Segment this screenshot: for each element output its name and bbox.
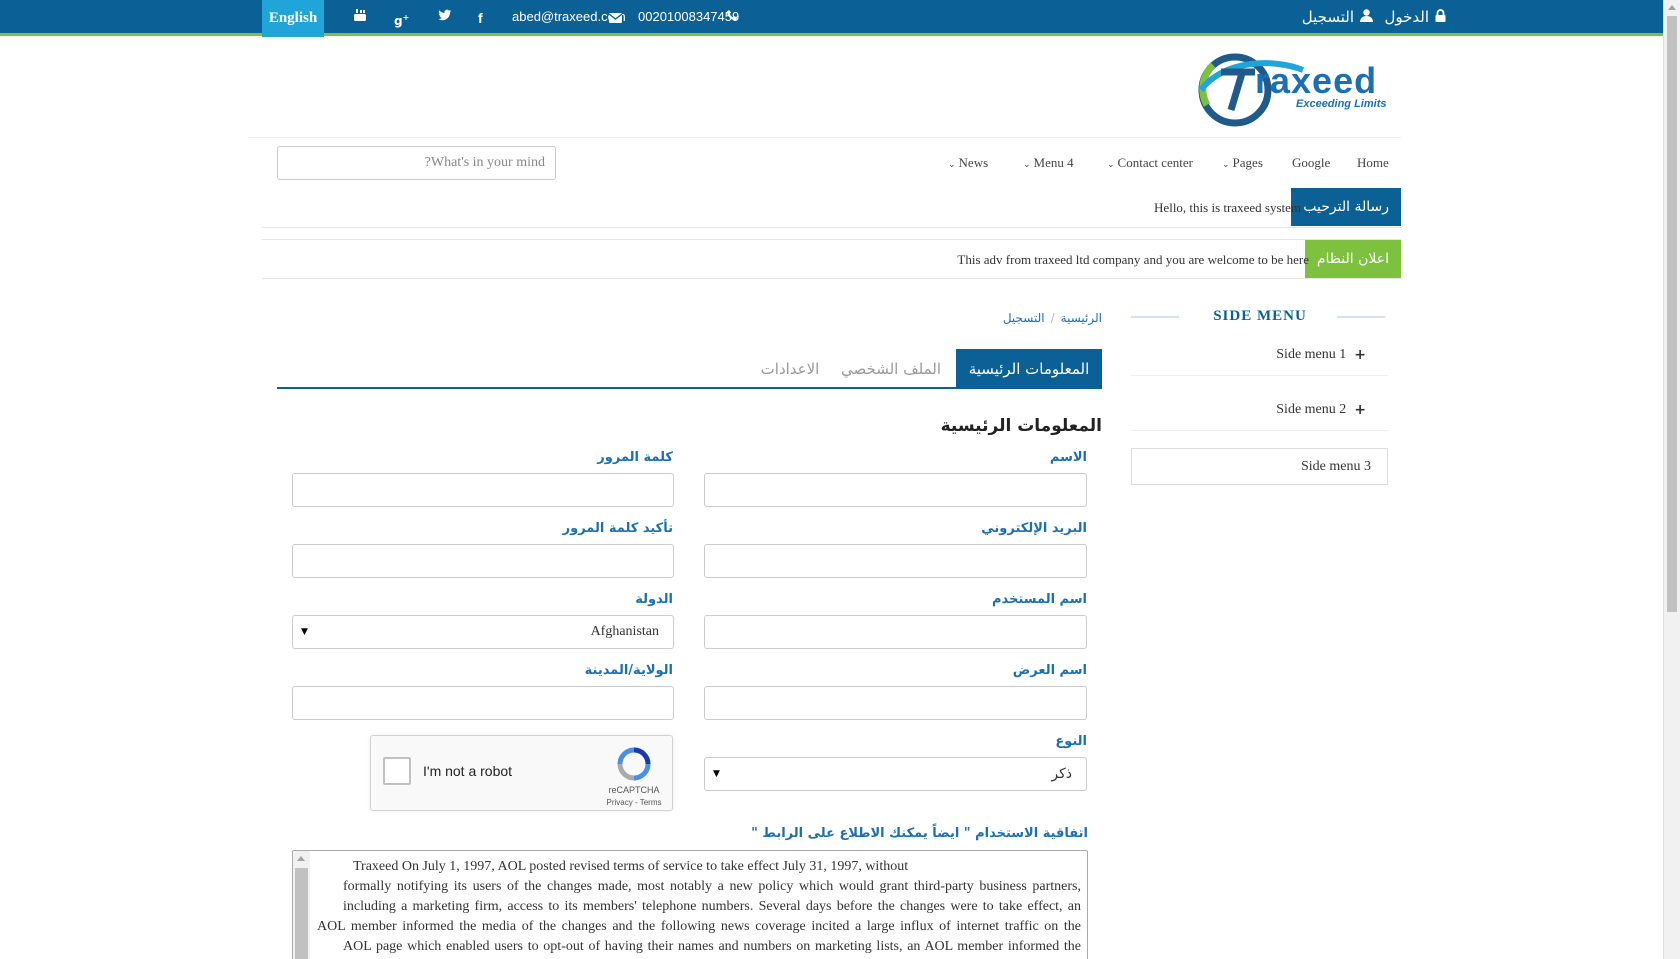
country-label: الدولة <box>635 592 673 607</box>
dropdown-arrow-icon: ▼ <box>301 627 308 637</box>
recaptcha-privacy-terms[interactable]: Privacy - Terms <box>601 798 667 807</box>
gender-label: النوع <box>1055 734 1087 749</box>
logo-text: raxeed <box>1255 60 1378 101</box>
tab-main-info[interactable]: المعلومات الرئيسية <box>956 349 1102 389</box>
welcome-bar: رسالة الترحيب Hello, this is traxeed sys… <box>262 188 1401 228</box>
chevron-down-icon: ⌄ <box>1222 160 1230 170</box>
plus-icon[interactable]: + <box>1354 347 1366 363</box>
recaptcha-widget: I'm not a robot reCAPTCHA Privacy - Term… <box>370 735 673 811</box>
search-input[interactable] <box>277 146 556 180</box>
confirm-password-input[interactable] <box>292 544 674 578</box>
terms-scrollbar[interactable] <box>293 851 310 959</box>
section-title: المعلومات الرئيسية <box>940 416 1102 436</box>
side-menu-item-3[interactable]: Side menu 3 <box>1131 448 1388 485</box>
language-button[interactable]: English <box>262 0 324 37</box>
twitter-icon[interactable] <box>438 8 452 28</box>
recaptcha-icon <box>617 747 651 781</box>
welcome-text: Hello, this is traxeed system <box>1154 200 1301 215</box>
country-select[interactable]: ▼ Afghanistan <box>292 615 674 649</box>
logo-tagline: Exceeding Limits <box>1296 98 1387 110</box>
terms-textarea[interactable]: Traxeed On July 1, 1997, AOL posted revi… <box>292 850 1088 959</box>
email-label: البريد الإلكتروني <box>981 521 1087 536</box>
user-icon <box>1360 8 1373 26</box>
side-menu-item-2[interactable]: Side menu 2 + <box>1131 389 1388 431</box>
name-input[interactable] <box>704 473 1087 507</box>
phone-icon <box>727 8 737 28</box>
terms-text: Traxeed On July 1, 1997, AOL posted revi… <box>317 859 1081 954</box>
gender-select[interactable]: ▼ ذكر <box>704 757 1087 791</box>
tab-settings[interactable]: الاعدادات <box>752 349 828 389</box>
confirm-password-label: تأكيد كلمة المرور <box>562 521 673 536</box>
page-scrollbar[interactable] <box>1663 0 1680 959</box>
announcement-text: This adv from traxeed ltd company and yo… <box>957 252 1309 267</box>
state-city-input[interactable] <box>292 686 674 720</box>
nav-item-contact-center[interactable]: ⌄ Contact center <box>1107 155 1193 171</box>
announcement-label: اعلان النظام <box>1304 240 1401 278</box>
tab-profile[interactable]: الملف الشخصي <box>836 349 946 389</box>
scrollbar-thumb[interactable] <box>1667 16 1677 612</box>
contact-phone: 00201008347459 <box>638 9 740 24</box>
username-input[interactable] <box>704 615 1087 649</box>
nav-item-pages[interactable]: ⌄ Pages <box>1222 155 1263 171</box>
scroll-up-icon[interactable] <box>297 856 305 861</box>
nav-item-news[interactable]: ⌄ News <box>948 155 988 171</box>
recaptcha-checkbox[interactable] <box>383 757 411 785</box>
nav-item-home[interactable]: Home <box>1357 155 1389 171</box>
login-link[interactable]: الدخول <box>1384 8 1446 26</box>
breadcrumb-current: التسجيل <box>1002 311 1045 325</box>
youtube-icon[interactable] <box>353 8 367 28</box>
password-input[interactable] <box>292 473 674 507</box>
plus-icon[interactable]: + <box>1354 402 1366 418</box>
register-link[interactable]: التسجيل <box>1302 8 1373 26</box>
state-city-label: الولاية/المدينة <box>584 663 673 678</box>
email-input[interactable] <box>704 544 1087 578</box>
dropdown-arrow-icon: ▼ <box>713 769 720 779</box>
nav-item-menu-4[interactable]: ⌄ Menu 4 <box>1023 155 1074 171</box>
recaptcha-label: I'm not a robot <box>423 763 513 779</box>
recaptcha-brand: reCAPTCHA <box>608 785 660 795</box>
display-name-label: اسم العرض <box>1012 663 1087 678</box>
announcement-bar: اعلان النظام This adv from traxeed ltd c… <box>262 239 1401 279</box>
welcome-label: رسالة الترحيب <box>1291 188 1401 226</box>
username-label: اسم المستخدم <box>992 592 1087 607</box>
chevron-down-icon: ⌄ <box>1023 160 1031 170</box>
top-bar: English g+ f abed@traxeed.com 0020100834… <box>0 0 1663 37</box>
scroll-up-icon[interactable] <box>1668 5 1676 10</box>
side-menu-item-1[interactable]: Side menu 1 + <box>1131 334 1388 376</box>
password-label: كلمة المرور <box>597 450 673 465</box>
google-plus-icon[interactable]: g+ <box>394 8 409 28</box>
envelope-icon <box>608 9 623 29</box>
nav-item-google[interactable]: Google <box>1292 155 1330 171</box>
tabs-underline <box>277 387 1102 389</box>
chevron-down-icon: ⌄ <box>1107 160 1115 170</box>
side-menu-title: SIDE MENU <box>1213 308 1307 324</box>
chevron-down-icon: ⌄ <box>948 160 956 170</box>
nav-divider <box>248 137 1401 138</box>
terms-scrollbar-thumb[interactable] <box>295 868 308 959</box>
name-label: الاسم <box>1049 450 1087 465</box>
facebook-icon[interactable]: f <box>478 8 483 28</box>
lock-icon <box>1435 8 1446 26</box>
terms-label: اتفاقية الاستخدام " ايضاً يمكنك الاطلاع … <box>751 826 1088 841</box>
display-name-input[interactable] <box>704 686 1087 720</box>
breadcrumb-home[interactable]: الرئيسية <box>1061 311 1102 325</box>
breadcrumb: الرئيسية/التسجيل <box>1002 311 1102 325</box>
